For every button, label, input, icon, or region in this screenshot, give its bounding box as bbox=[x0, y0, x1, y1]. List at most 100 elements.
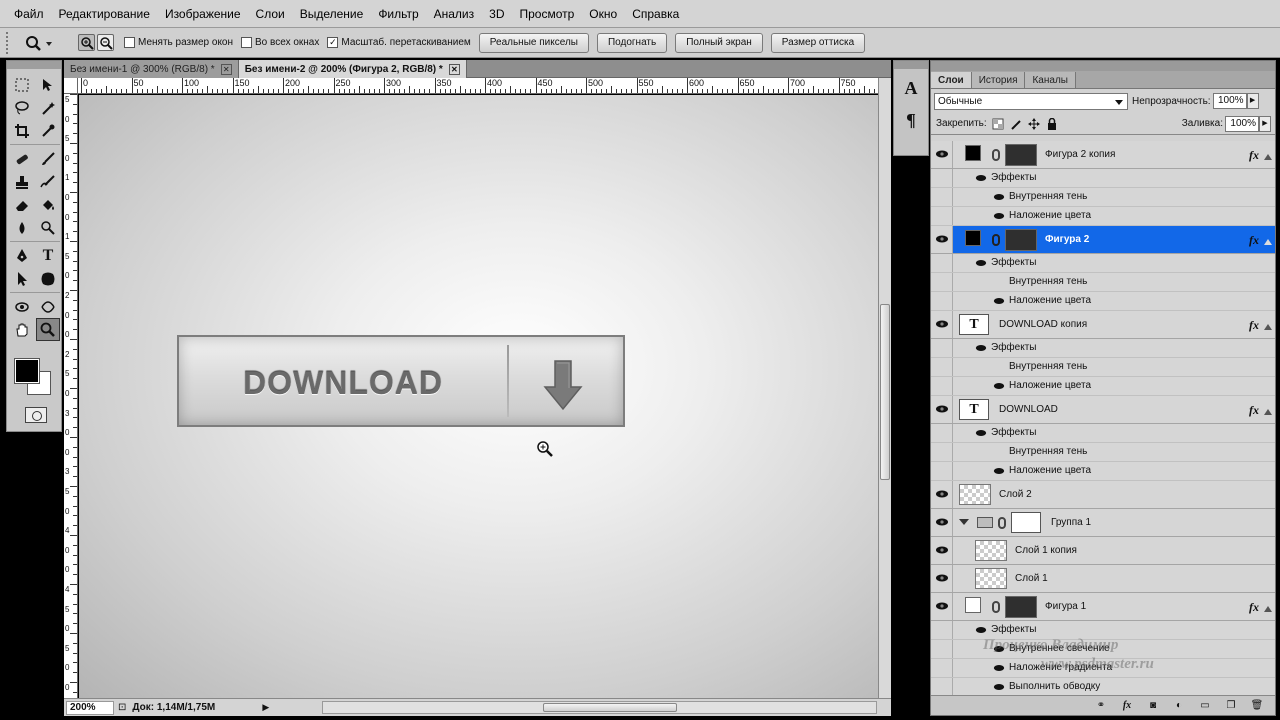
expand-effects-icon[interactable] bbox=[1264, 320, 1272, 330]
expand-effects-icon[interactable] bbox=[1264, 602, 1272, 612]
zoom-in-button[interactable] bbox=[78, 34, 95, 51]
rect-marquee-tool[interactable] bbox=[10, 73, 34, 96]
panel-header[interactable] bbox=[931, 61, 1275, 71]
character-panel-icon[interactable]: A bbox=[898, 75, 924, 101]
vertical-ruler[interactable]: 5 0 5 0 1 0 0 1 5 0 2 0 0 2 5 0 3 0 0 3 5 0 4 0 0 4 5 0 5 0 0 bbox=[64, 94, 78, 698]
eye-icon[interactable] bbox=[975, 428, 987, 438]
menu-help[interactable]: Справка bbox=[632, 7, 679, 21]
group-row[interactable]: Группа 1 bbox=[931, 509, 1275, 537]
actual-pixels-button[interactable]: Реальные пикселы bbox=[478, 32, 589, 53]
effect-row[interactable]: Внутренняя тень bbox=[931, 273, 1275, 292]
eye-icon[interactable] bbox=[935, 573, 949, 583]
move-tool[interactable] bbox=[36, 73, 60, 96]
layer-row[interactable]: Фигура 2 копия fx bbox=[931, 141, 1275, 169]
tab-document-1[interactable]: Без имени-1 @ 300% (RGB/8) * ✕ bbox=[64, 60, 239, 78]
effects-row[interactable]: Эффекты bbox=[931, 424, 1275, 443]
eye-icon[interactable] bbox=[935, 545, 949, 555]
tool-preset-picker[interactable] bbox=[24, 31, 64, 55]
horizontal-scroll-thumb[interactable] bbox=[543, 703, 677, 712]
close-icon[interactable]: ✕ bbox=[220, 63, 232, 75]
layer-row[interactable]: Слой 1 копия bbox=[931, 537, 1275, 565]
trash-icon[interactable]: 🗑 bbox=[1247, 699, 1267, 713]
eraser-tool[interactable] bbox=[10, 193, 34, 216]
custom-shape-tool[interactable] bbox=[36, 267, 60, 290]
tab-channels[interactable]: Каналы bbox=[1025, 72, 1076, 88]
close-icon[interactable]: ✕ bbox=[448, 63, 460, 75]
add-style-icon[interactable]: fx bbox=[1117, 699, 1137, 713]
eye-icon[interactable] bbox=[935, 517, 949, 527]
eye-icon[interactable] bbox=[975, 258, 987, 268]
horizontal-scrollbar[interactable] bbox=[322, 701, 877, 714]
eye-icon[interactable] bbox=[993, 192, 1005, 202]
all-windows-checkbox[interactable]: Во всех окнах bbox=[241, 37, 319, 48]
blur-tool[interactable] bbox=[10, 216, 34, 239]
fx-icon[interactable]: fx bbox=[1249, 233, 1259, 248]
eye-icon[interactable] bbox=[935, 234, 949, 244]
effect-row[interactable]: Внутренняя тень bbox=[931, 358, 1275, 377]
lock-transparency-icon[interactable] bbox=[992, 117, 1005, 130]
zoom-out-button[interactable] bbox=[97, 34, 114, 51]
layer-row[interactable]: Фигура 1 fx bbox=[931, 593, 1275, 621]
quick-mask-button[interactable] bbox=[25, 407, 47, 423]
eye-icon[interactable] bbox=[993, 663, 1005, 673]
expand-effects-icon[interactable] bbox=[1264, 235, 1272, 245]
effect-row[interactable]: Наложение цвета bbox=[931, 462, 1275, 481]
type-tool[interactable]: T bbox=[36, 244, 60, 267]
fill-screen-button[interactable]: Полный экран bbox=[675, 32, 763, 53]
horizontal-ruler[interactable]: 0 50 100 150 200 250 300 350 400 450 500 550 600 650 7… bbox=[78, 78, 878, 94]
magic-wand-tool[interactable] bbox=[36, 96, 60, 119]
lock-position-icon[interactable] bbox=[1028, 117, 1041, 130]
menu-select[interactable]: Выделение bbox=[300, 7, 364, 21]
eye-icon[interactable] bbox=[993, 211, 1005, 221]
history-brush-tool[interactable] bbox=[36, 170, 60, 193]
dock-header[interactable] bbox=[894, 61, 928, 69]
paint-bucket-tool[interactable] bbox=[36, 193, 60, 216]
crop-tool[interactable] bbox=[10, 119, 34, 142]
menu-analysis[interactable]: Анализ bbox=[434, 7, 475, 21]
resize-windows-checkbox[interactable]: Менять размер окон bbox=[124, 37, 233, 48]
eye-icon[interactable] bbox=[975, 625, 987, 635]
eye-icon[interactable] bbox=[993, 381, 1005, 391]
opacity-slider-button[interactable]: ▶ bbox=[1246, 93, 1259, 109]
expand-effects-icon[interactable] bbox=[1264, 405, 1272, 415]
menu-file[interactable]: Файл bbox=[14, 7, 44, 21]
effects-row[interactable]: Эффекты bbox=[931, 169, 1275, 188]
menu-layers[interactable]: Слои bbox=[256, 7, 285, 21]
options-grip[interactable] bbox=[6, 31, 12, 54]
effect-row[interactable]: Наложение цвета bbox=[931, 207, 1275, 226]
clone-stamp-tool[interactable] bbox=[10, 170, 34, 193]
fx-icon[interactable]: fx bbox=[1249, 403, 1259, 418]
eye-icon[interactable] bbox=[935, 404, 949, 414]
effect-row[interactable]: Внутренняя тень bbox=[931, 443, 1275, 462]
adjustment-layer-icon[interactable]: ◐ bbox=[1169, 699, 1189, 713]
status-options-icon[interactable]: ⊡ bbox=[118, 702, 126, 713]
status-menu-arrow[interactable]: ▶ bbox=[262, 702, 269, 713]
new-group-icon[interactable]: ▭ bbox=[1195, 699, 1215, 713]
layer-row[interactable]: T DOWNLOAD копия fx bbox=[931, 311, 1275, 339]
scrubby-zoom-checkbox[interactable]: ✓ Масштаб. перетаскиванием bbox=[327, 37, 471, 48]
menu-view[interactable]: Просмотр bbox=[519, 7, 574, 21]
layer-row[interactable]: T DOWNLOAD fx bbox=[931, 396, 1275, 424]
eye-icon[interactable] bbox=[993, 296, 1005, 306]
eye-icon[interactable] bbox=[975, 343, 987, 353]
tab-document-2[interactable]: Без имени-2 @ 200% (Фигура 2, RGB/8) * ✕ bbox=[238, 60, 467, 78]
eye-icon[interactable] bbox=[935, 149, 949, 159]
effects-row[interactable]: Эффекты bbox=[931, 339, 1275, 358]
vertical-scrollbar[interactable] bbox=[878, 78, 891, 698]
layer-list[interactable]: Фигура 2 копия fx Эффекты Внутренняя тен… bbox=[931, 141, 1275, 697]
3d-rotate-tool[interactable] bbox=[10, 295, 34, 318]
opacity-field[interactable]: 100% bbox=[1212, 93, 1247, 109]
zoom-tool[interactable] bbox=[36, 318, 60, 341]
eye-icon[interactable] bbox=[993, 682, 1005, 692]
menu-edit[interactable]: Редактирование bbox=[59, 7, 150, 21]
eye-icon[interactable] bbox=[935, 489, 949, 499]
tab-history[interactable]: История bbox=[971, 72, 1026, 88]
effect-row[interactable]: Наложение цвета bbox=[931, 292, 1275, 311]
fill-field[interactable]: 100% bbox=[1225, 115, 1259, 132]
document-canvas[interactable]: DOWNLOAD bbox=[79, 95, 878, 698]
fx-icon[interactable]: fx bbox=[1249, 148, 1259, 163]
healing-brush-tool[interactable] bbox=[10, 147, 34, 170]
effect-row[interactable]: Наложение цвета bbox=[931, 377, 1275, 396]
eye-icon[interactable] bbox=[935, 601, 949, 611]
layer-row[interactable]: Слой 2 bbox=[931, 481, 1275, 509]
